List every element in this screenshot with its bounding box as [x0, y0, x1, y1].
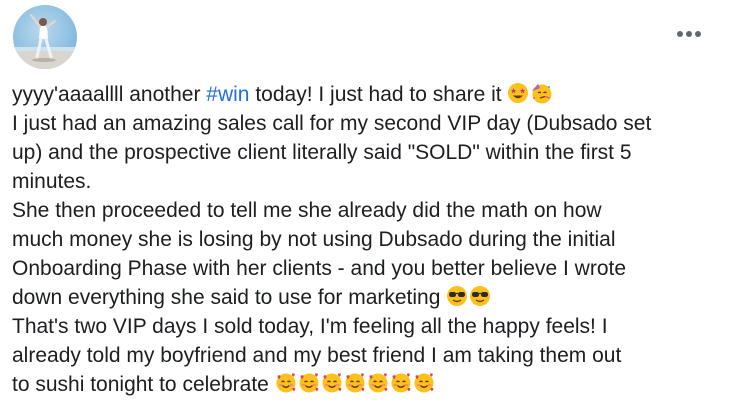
avatar-photo [13, 13, 77, 69]
avatar[interactable] [13, 5, 77, 69]
post-text-segment: down everything she said to use for mark… [12, 286, 441, 309]
smiling-face-with-hearts-emoji [367, 372, 389, 394]
smiling-face-with-hearts-emoji [390, 372, 412, 394]
post-line: much money she is losing by not using Du… [12, 228, 616, 251]
post-line: She then proceeded to tell me she alread… [12, 199, 602, 222]
post-text-segment: yyyy'aaaallll another [12, 83, 207, 106]
hashtag-link[interactable]: #win [206, 83, 249, 106]
star-struck-emoji [507, 82, 529, 104]
smiling-face-with-hearts-emoji [275, 372, 297, 394]
more-options-button[interactable] [674, 22, 704, 46]
smiling-face-with-hearts-emoji [321, 372, 343, 394]
smiling-face-with-hearts-emoji [413, 372, 435, 394]
post-line: yyyy'aaaallll another #win today! I just… [12, 80, 724, 109]
post-line: Onboarding Phase with her clients - and … [12, 257, 627, 280]
post-line: already told my boyfriend and my best fr… [12, 344, 622, 367]
more-horizontal-icon [677, 31, 701, 37]
smiling-face-with-hearts-emoji [298, 372, 320, 394]
sunglasses-face-emoji [446, 285, 468, 307]
emoji-group [275, 373, 436, 396]
smiling-face-with-hearts-emoji [344, 372, 366, 394]
post-line: up) and the prospective client literally… [12, 141, 632, 164]
post-line: down everything she said to use for mark… [12, 283, 724, 312]
post-body: yyyy'aaaallll another #win today! I just… [12, 80, 724, 399]
facebook-post: yyyy'aaaallll another #win today! I just… [0, 0, 732, 420]
post-line: That's two VIP days I sold today, I'm fe… [12, 315, 608, 338]
post-line: I just had an amazing sales call for my … [12, 112, 652, 135]
post-line: to sushi tonight to celebrate [12, 370, 724, 399]
post-text-segment: to sushi tonight to celebrate [12, 373, 269, 396]
partying-face-emoji [530, 82, 552, 104]
post-text-segment: today! I just had to share it [249, 83, 502, 106]
sunglasses-face-emoji [469, 285, 491, 307]
post-line: minutes. [12, 170, 92, 193]
